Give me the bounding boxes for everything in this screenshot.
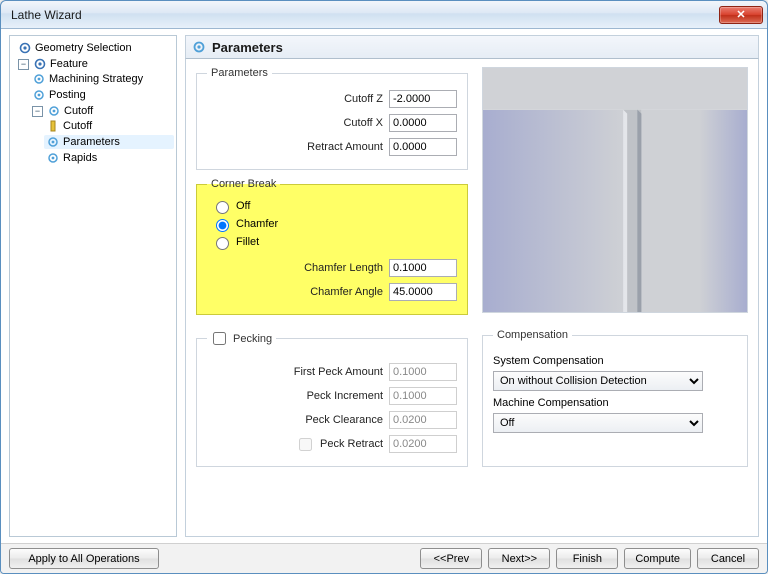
peck-retract-label: Peck Retract [320, 438, 383, 450]
group-legend: Corner Break [207, 178, 280, 190]
peck-retract-input[interactable] [389, 435, 457, 453]
gear-icon [46, 151, 60, 165]
group-legend: Compensation [493, 329, 572, 341]
titlebar: Lathe Wizard ✕ [1, 1, 767, 29]
group-legend: Parameters [207, 67, 272, 79]
group-compensation: Compensation System Compensation On with… [482, 329, 748, 467]
gear-icon [192, 40, 206, 54]
prev-button[interactable]: <<Prev [420, 548, 482, 569]
panel-header: Parameters [185, 35, 759, 59]
gear-icon [46, 135, 60, 149]
chamfer-length-label: Chamfer Length [304, 262, 383, 274]
pecking-checkbox-row[interactable]: Pecking [207, 329, 276, 348]
retract-amount-label: Retract Amount [307, 141, 383, 153]
toolpath-preview [482, 67, 748, 313]
tree-label: Cutoff [63, 120, 92, 132]
tree-label: Rapids [63, 152, 97, 164]
apply-all-button[interactable]: Apply to All Operations [9, 548, 159, 569]
chamfer-angle-label: Chamfer Angle [310, 286, 383, 298]
cancel-button[interactable]: Cancel [697, 548, 759, 569]
collapse-icon[interactable]: − [32, 106, 43, 117]
machine-comp-select[interactable]: Off [493, 413, 703, 433]
group-corner-break: Corner Break Off Chamfer Fillet Chamfer … [196, 178, 468, 315]
radio-chamfer[interactable]: Chamfer [211, 216, 457, 232]
pecking-checkbox[interactable] [213, 332, 226, 345]
retract-amount-input[interactable] [389, 138, 457, 156]
gear-icon [32, 88, 46, 102]
chamfer-length-input[interactable] [389, 259, 457, 277]
wizard-window: Lathe Wizard ✕ Geometry Selection [0, 0, 768, 574]
cutoff-z-label: Cutoff Z [344, 93, 383, 105]
close-icon: ✕ [736, 8, 745, 21]
tree-item-posting[interactable]: Posting [30, 88, 174, 102]
cutoff-x-label: Cutoff X [343, 117, 383, 129]
tree-label: Cutoff [64, 105, 93, 117]
chamfer-angle-input[interactable] [389, 283, 457, 301]
tree-label: Posting [49, 89, 86, 101]
cutoff-x-input[interactable] [389, 114, 457, 132]
gear-icon [18, 41, 32, 55]
peck-clearance-label: Peck Clearance [305, 414, 383, 426]
window-title: Lathe Wizard [11, 8, 82, 22]
compute-button[interactable]: Compute [624, 548, 691, 569]
gear-icon [33, 57, 47, 71]
collapse-icon[interactable]: − [18, 59, 29, 70]
group-parameters: Parameters Cutoff Z Cutoff X Retract Amo… [196, 67, 468, 170]
tree-item-geometry-selection[interactable]: Geometry Selection [16, 41, 174, 55]
machine-comp-label: Machine Compensation [493, 397, 737, 409]
tree-item-feature[interactable]: − Feature [16, 57, 174, 71]
pecking-label: Pecking [233, 333, 272, 345]
radio-off[interactable]: Off [211, 198, 457, 214]
group-pecking: Pecking First Peck Amount Peck Increment… [196, 329, 468, 467]
main-panel: Parameters Parameters Cutoff Z Cutoff X [185, 35, 759, 537]
gear-icon [47, 104, 61, 118]
peck-clearance-input[interactable] [389, 411, 457, 429]
system-comp-select[interactable]: On without Collision Detection [493, 371, 703, 391]
gear-icon [32, 72, 46, 86]
tree-label: Machining Strategy [49, 73, 143, 85]
footer: Apply to All Operations <<Prev Next>> Fi… [1, 543, 767, 573]
tree-label: Feature [50, 58, 88, 70]
radio-fillet-input[interactable] [216, 237, 229, 250]
tree-item-machining-strategy[interactable]: Machining Strategy [30, 72, 174, 86]
peck-retract-checkbox[interactable] [299, 438, 312, 451]
radio-fillet[interactable]: Fillet [211, 234, 457, 250]
first-peck-input[interactable] [389, 363, 457, 381]
tree-label: Parameters [63, 136, 120, 148]
close-button[interactable]: ✕ [719, 6, 763, 24]
peck-increment-input[interactable] [389, 387, 457, 405]
system-comp-label: System Compensation [493, 355, 737, 367]
cutoff-z-input[interactable] [389, 90, 457, 108]
next-button[interactable]: Next>> [488, 548, 550, 569]
nav-tree: Geometry Selection − Feature Machin [9, 35, 177, 537]
radio-chamfer-input[interactable] [216, 219, 229, 232]
tree-label: Geometry Selection [35, 42, 132, 54]
tree-item-cutoff[interactable]: Cutoff [44, 119, 174, 133]
panel-title: Parameters [212, 40, 283, 55]
peck-increment-label: Peck Increment [307, 390, 383, 402]
first-peck-label: First Peck Amount [294, 366, 383, 378]
tree-item-rapids[interactable]: Rapids [44, 151, 174, 165]
tool-icon [46, 119, 60, 133]
tree-item-parameters[interactable]: Parameters [44, 135, 174, 149]
tree-item-cutoff-group[interactable]: − Cutoff [30, 104, 174, 118]
radio-off-input[interactable] [216, 201, 229, 214]
finish-button[interactable]: Finish [556, 548, 618, 569]
